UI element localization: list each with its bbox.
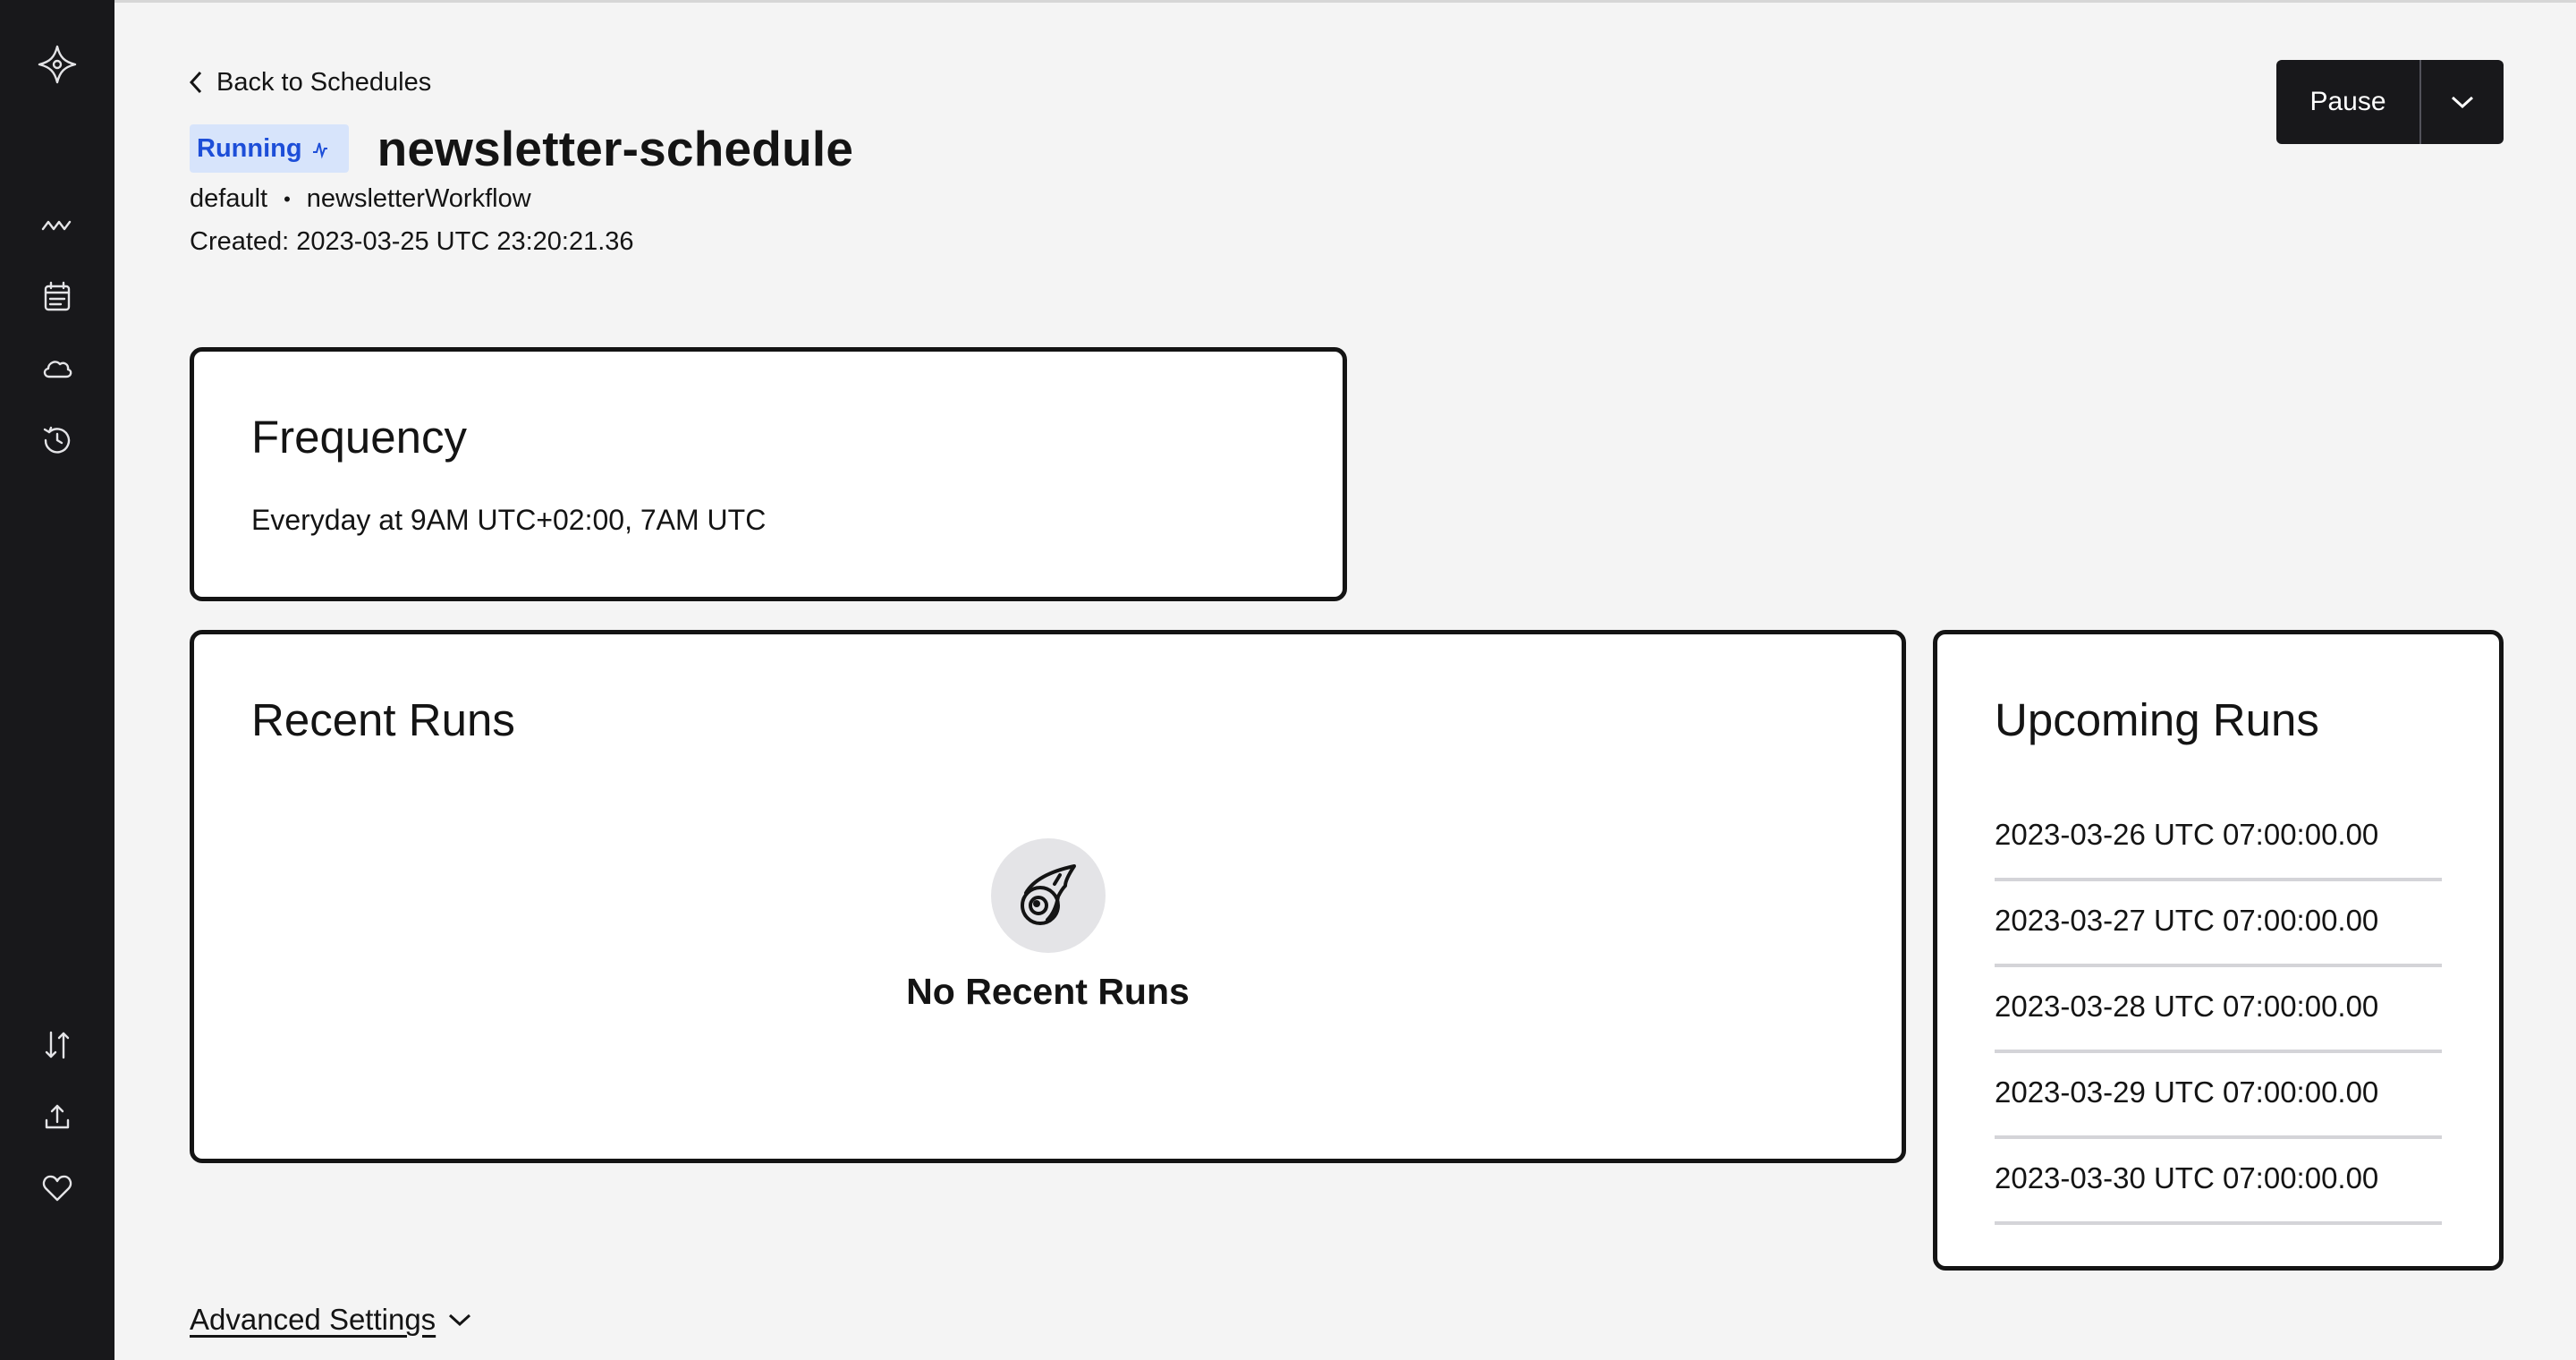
back-link-label: Back to Schedules bbox=[216, 67, 432, 97]
main-content: Back to Schedules Running newsletter-sch… bbox=[114, 0, 2576, 1360]
chevron-left-icon bbox=[189, 71, 202, 94]
frequency-card: Frequency Everyday at 9AM UTC+02:00, 7AM… bbox=[190, 347, 1347, 601]
advanced-settings-label: Advanced Settings bbox=[190, 1303, 436, 1336]
upcoming-runs-heading: Upcoming Runs bbox=[1995, 694, 2319, 745]
list-item: 2023-03-30 UTC 07:00:00.00 bbox=[1995, 1139, 2442, 1225]
logo-icon[interactable] bbox=[30, 38, 84, 91]
list-item: 2023-03-28 UTC 07:00:00.00 bbox=[1995, 967, 2442, 1053]
upload-icon[interactable] bbox=[30, 1090, 84, 1143]
upcoming-runs-list: 2023-03-26 UTC 07:00:00.00 2023-03-27 UT… bbox=[1995, 795, 2442, 1225]
schedule-header: Running newsletter-schedule bbox=[190, 120, 853, 177]
cloud-icon[interactable] bbox=[30, 342, 84, 395]
empty-state: No Recent Runs bbox=[194, 838, 1902, 1013]
list-item: 2023-03-26 UTC 07:00:00.00 bbox=[1995, 795, 2442, 881]
back-to-schedules-link[interactable]: Back to Schedules bbox=[188, 64, 431, 100]
heart-icon[interactable] bbox=[30, 1161, 84, 1215]
activity-icon bbox=[312, 142, 327, 159]
comet-icon bbox=[1020, 864, 1076, 925]
upcoming-runs-card: Upcoming Runs 2023-03-26 UTC 07:00:00.00… bbox=[1933, 630, 2504, 1271]
status-label: Running bbox=[197, 133, 302, 163]
created-timestamp: Created: 2023-03-25 UTC 23:20:21.36 bbox=[190, 227, 634, 256]
empty-state-message: No Recent Runs bbox=[906, 971, 1190, 1012]
schedule-actions-dropdown[interactable] bbox=[2421, 60, 2504, 144]
import-export-icon[interactable] bbox=[30, 1018, 84, 1072]
frequency-description: Everyday at 9AM UTC+02:00, 7AM UTC bbox=[251, 504, 767, 536]
workflows-icon[interactable] bbox=[30, 199, 84, 252]
list-item: 2023-03-27 UTC 07:00:00.00 bbox=[1995, 881, 2442, 967]
pause-split-button: Pause bbox=[2276, 60, 2504, 144]
advanced-settings-toggle[interactable]: Advanced Settings bbox=[190, 1303, 473, 1337]
empty-state-illustration bbox=[990, 838, 1106, 953]
chevron-down-icon bbox=[2451, 96, 2474, 109]
pause-button[interactable]: Pause bbox=[2276, 60, 2421, 144]
namespace-label: default bbox=[190, 184, 268, 213]
status-badge: Running bbox=[190, 124, 349, 173]
chevron-down-icon bbox=[449, 1313, 471, 1327]
recent-runs-heading: Recent Runs bbox=[251, 694, 515, 745]
frequency-heading: Frequency bbox=[251, 412, 467, 463]
recent-runs-card: Recent Runs No Recent Runs bbox=[190, 630, 1906, 1163]
workflow-type-label: newsletterWorkflow bbox=[306, 184, 531, 213]
history-icon[interactable] bbox=[30, 413, 84, 467]
schedules-icon[interactable] bbox=[30, 270, 84, 324]
page-title: newsletter-schedule bbox=[377, 121, 854, 176]
schedule-meta: default • newsletterWorkflow bbox=[190, 184, 531, 214]
list-item: 2023-03-29 UTC 07:00:00.00 bbox=[1995, 1053, 2442, 1139]
sidebar bbox=[0, 0, 114, 1360]
meta-separator: • bbox=[284, 187, 291, 210]
